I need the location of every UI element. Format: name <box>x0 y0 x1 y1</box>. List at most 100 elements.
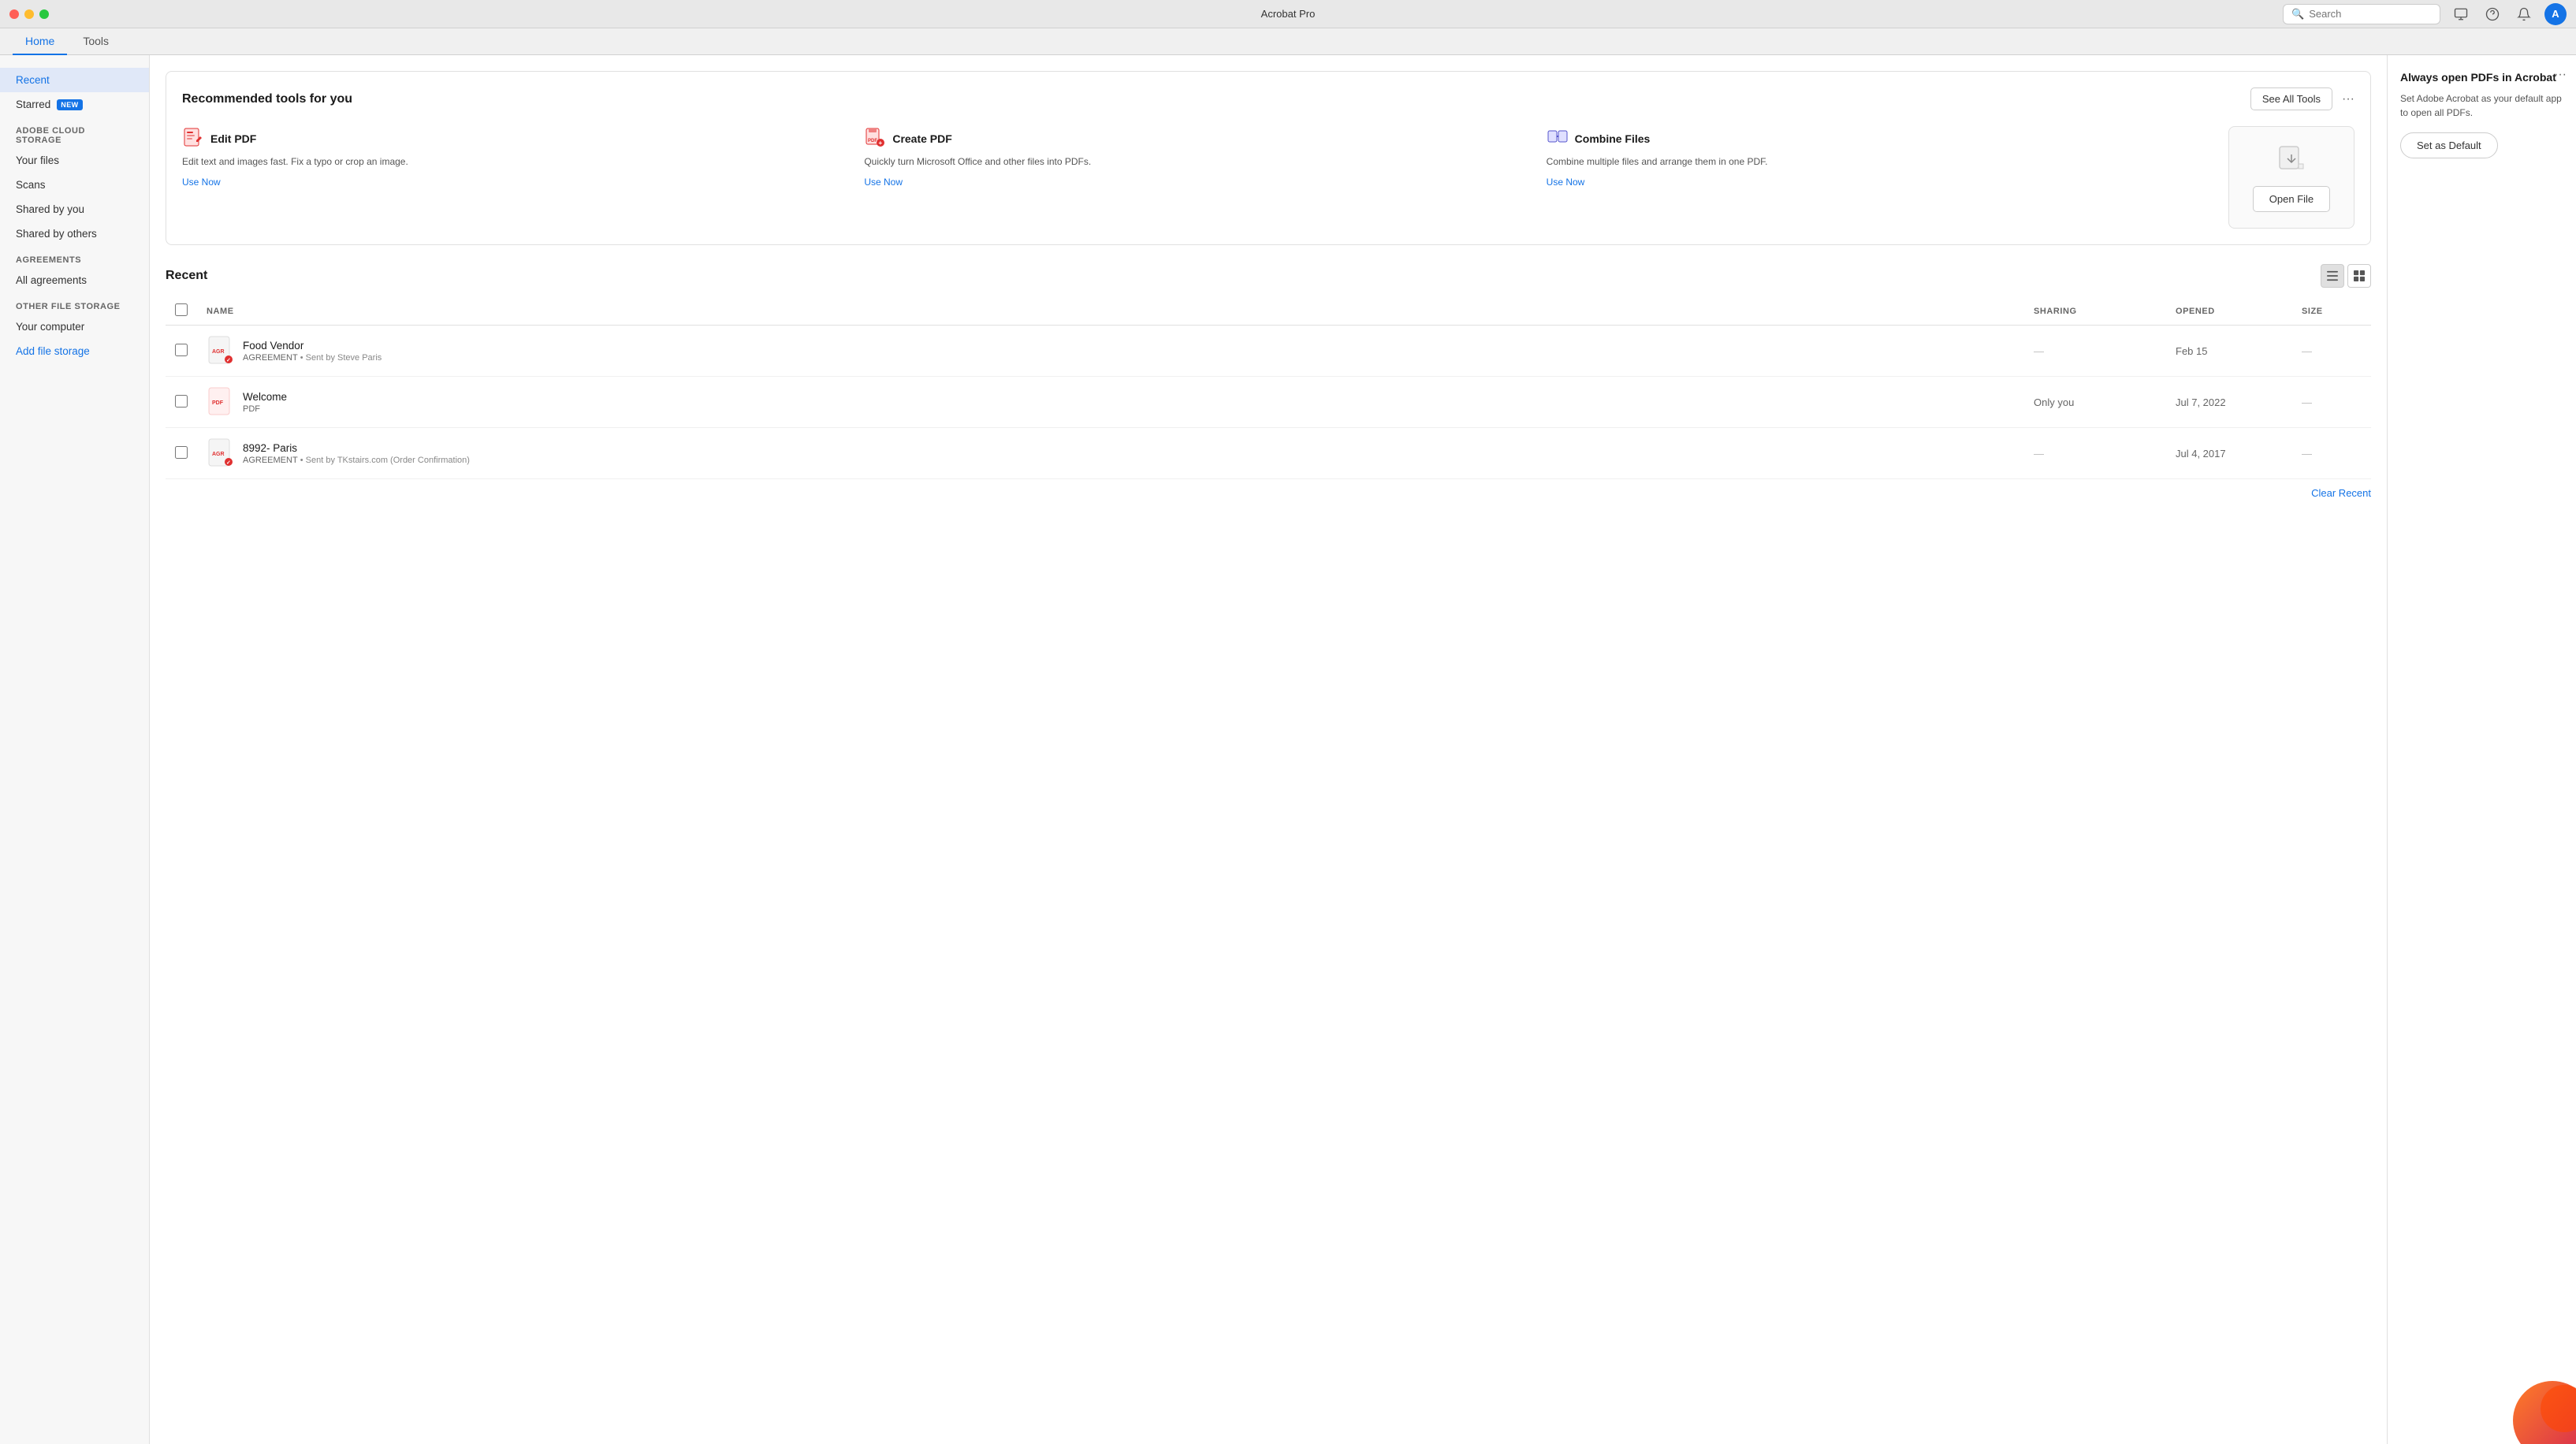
file-icon-welcome: PDF <box>207 386 235 418</box>
sidebar-link-add-file-storage[interactable]: Add file storage <box>0 339 149 363</box>
starred-badge: NEW <box>57 99 82 110</box>
table-row[interactable]: AGR ✓ Food Vendor AGREEMENT <box>166 326 2371 377</box>
section-label-agreements: Agreements <box>0 246 149 268</box>
open-file-icon <box>2276 143 2307 177</box>
row-size-cell: — <box>2292 326 2371 377</box>
row-name-cell: AGR ✓ 8992- Paris AGREEMENT <box>197 428 2024 479</box>
tool-create-pdf: PDF + Create PDF Quickly turn Microsoft … <box>864 126 1530 229</box>
clear-recent-area: Clear Recent <box>166 479 2371 507</box>
tool-edit-pdf: Edit PDF Edit text and images fast. Fix … <box>182 126 848 229</box>
right-panel-description: Set Adobe Acrobat as your default app to… <box>2400 91 2563 120</box>
row-checkbox-cell[interactable] <box>166 428 197 479</box>
search-input[interactable] <box>2309 8 2432 20</box>
create-pdf-icon: PDF + <box>864 126 886 151</box>
open-file-button[interactable]: Open File <box>2253 186 2330 212</box>
user-avatar[interactable]: A <box>2544 3 2567 25</box>
opened-value: Jul 4, 2017 <box>2176 448 2226 460</box>
file-meta: PDF <box>243 404 287 414</box>
sidebar-item-recent[interactable]: Recent <box>0 68 149 92</box>
svg-text:✓: ✓ <box>226 358 231 363</box>
window-controls <box>9 9 49 19</box>
nav-tabs: Home Tools <box>0 28 2576 55</box>
file-cell-name: PDF Welcome PDF <box>207 386 2015 418</box>
tools-grid: Edit PDF Edit text and images fast. Fix … <box>182 126 2355 229</box>
tool-create-pdf-desc: Quickly turn Microsoft Office and other … <box>864 155 1530 169</box>
table-row[interactable]: AGR ✓ 8992- Paris AGREEMENT <box>166 428 2371 479</box>
tool-combine-files-use-now[interactable]: Use Now <box>1547 177 2213 188</box>
tool-create-pdf-name: PDF + Create PDF <box>864 126 1530 151</box>
clear-recent-button[interactable]: Clear Recent <box>2311 487 2371 499</box>
grid-view-button[interactable] <box>2347 264 2371 288</box>
maximize-button[interactable] <box>39 9 49 19</box>
row-checkbox-cell[interactable] <box>166 326 197 377</box>
combine-files-icon <box>1547 126 1569 151</box>
opened-value: Feb 15 <box>2176 345 2207 357</box>
file-name-info: Food Vendor AGREEMENT • Sent by Steve Pa… <box>243 340 382 363</box>
share-screen-button[interactable] <box>2450 3 2472 25</box>
right-panel-title: Always open PDFs in Acrobat <box>2400 71 2563 84</box>
list-view-button[interactable] <box>2321 264 2344 288</box>
tab-tools[interactable]: Tools <box>70 28 121 55</box>
select-all-checkbox[interactable] <box>175 303 188 316</box>
svg-text:✓: ✓ <box>226 460 231 466</box>
tool-create-pdf-use-now[interactable]: Use Now <box>864 177 1530 188</box>
main-panel: Recommended tools for you See All Tools … <box>150 55 2387 1444</box>
sidebar-item-your-files[interactable]: Your files <box>0 148 149 173</box>
starred-label: Starred <box>16 99 50 110</box>
right-panel-more-button[interactable]: ··· <box>2554 68 2567 82</box>
svg-text:+: + <box>879 140 883 147</box>
tab-home[interactable]: Home <box>13 28 67 55</box>
search-bar[interactable]: 🔍 <box>2283 4 2440 24</box>
recent-file-table: NAME SHARING OPENED SIZE <box>166 297 2371 479</box>
minimize-button[interactable] <box>24 9 34 19</box>
size-col-header: SIZE <box>2292 297 2371 326</box>
set-default-button[interactable]: Set as Default <box>2400 132 2498 158</box>
sidebar-item-your-computer[interactable]: Your computer <box>0 314 149 339</box>
opened-value: Jul 7, 2022 <box>2176 396 2226 408</box>
tool-combine-files-desc: Combine multiple files and arrange them … <box>1547 155 2213 169</box>
file-icon-food-vendor: AGR ✓ <box>207 335 235 367</box>
file-name: Food Vendor <box>243 340 382 352</box>
row-checkbox[interactable] <box>175 446 188 459</box>
checkbox-col-header <box>166 297 197 326</box>
row-checkbox[interactable] <box>175 344 188 356</box>
close-button[interactable] <box>9 9 19 19</box>
row-sharing-cell: Only you <box>2024 377 2166 428</box>
search-icon: 🔍 <box>2291 8 2304 20</box>
help-button[interactable] <box>2481 3 2503 25</box>
titlebar-right-actions: 🔍 A <box>2283 3 2567 25</box>
size-value: — <box>2302 345 2312 357</box>
recent-header: Recent <box>166 264 2371 288</box>
sidebar-item-shared-by-others[interactable]: Shared by others <box>0 221 149 246</box>
recommended-header: Recommended tools for you See All Tools … <box>182 87 2355 110</box>
file-name-info: Welcome PDF <box>243 391 287 414</box>
row-sharing-cell: — <box>2024 428 2166 479</box>
svg-text:AGR: AGR <box>212 349 225 355</box>
recommended-more-button[interactable]: ··· <box>2342 92 2355 106</box>
file-icon-8992-paris: AGR ✓ <box>207 437 235 469</box>
name-col-header: NAME <box>197 297 2024 326</box>
row-opened-cell: Feb 15 <box>2166 326 2292 377</box>
tool-edit-pdf-name: Edit PDF <box>182 126 848 151</box>
content-area: Recent Starred NEW Adobe cloud storage Y… <box>0 55 2576 1444</box>
section-label-cloud: Adobe cloud storage <box>0 117 149 148</box>
table-row[interactable]: PDF Welcome PDF <box>166 377 2371 428</box>
section-label-other-storage: Other file storage <box>0 292 149 314</box>
right-panel: ··· Always open PDFs in Acrobat Set Adob… <box>2387 55 2576 1444</box>
sidebar-item-scans[interactable]: Scans <box>0 173 149 197</box>
file-cell-name: AGR ✓ 8992- Paris AGREEMENT <box>207 437 2015 469</box>
table-header-row: NAME SHARING OPENED SIZE <box>166 297 2371 326</box>
notifications-button[interactable] <box>2513 3 2535 25</box>
row-checkbox[interactable] <box>175 395 188 408</box>
row-checkbox-cell[interactable] <box>166 377 197 428</box>
sidebar-item-starred[interactable]: Starred NEW <box>0 92 149 117</box>
see-all-tools-button[interactable]: See All Tools <box>2250 87 2332 110</box>
svg-text:PDF: PDF <box>868 139 877 143</box>
file-meta: AGREEMENT • Sent by Steve Paris <box>243 353 382 363</box>
tool-edit-pdf-use-now[interactable]: Use Now <box>182 177 848 188</box>
tool-edit-pdf-desc: Edit text and images fast. Fix a typo or… <box>182 155 848 169</box>
size-value: — <box>2302 448 2312 460</box>
sidebar-item-all-agreements[interactable]: All agreements <box>0 268 149 292</box>
sidebar-item-shared-by-you[interactable]: Shared by you <box>0 197 149 221</box>
svg-text:PDF: PDF <box>212 400 224 406</box>
